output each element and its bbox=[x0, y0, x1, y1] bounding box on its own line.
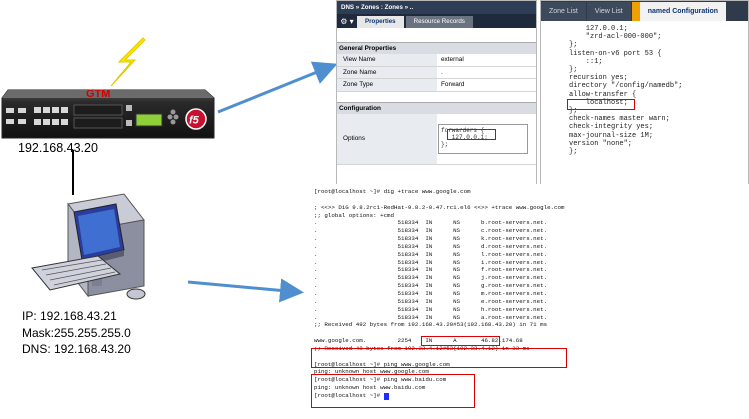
gtm-label: GTM bbox=[86, 88, 110, 100]
tab-resource-records[interactable]: Resource Records bbox=[405, 16, 473, 28]
view-name-value: external bbox=[441, 56, 464, 63]
arrow-to-terminal bbox=[187, 278, 304, 303]
tab-properties[interactable]: Properties bbox=[357, 16, 404, 28]
terminal-line: . 518334 IN NS m.root-servers.net. bbox=[314, 289, 548, 297]
forwarder-highlight bbox=[447, 129, 496, 140]
terminal-line: . 518334 IN NS l.root-servers.net. bbox=[314, 250, 548, 258]
options-label: Options bbox=[337, 113, 437, 164]
gtm-device-illustration: GTM f5 bbox=[1, 88, 215, 139]
named-config-text[interactable]: 127.0.0.1; "zrd-acl-000-000"; }; listen-… bbox=[541, 21, 748, 156]
configuration-heading: Configuration bbox=[337, 101, 536, 114]
svg-text:f5: f5 bbox=[189, 115, 200, 127]
view-name-row: View Name external bbox=[337, 54, 536, 67]
named-tabbar: Zone List View List named Configuration bbox=[541, 1, 748, 21]
general-properties-heading: General Properties bbox=[337, 42, 536, 54]
gtm-ip-address: 192.168.43.20 bbox=[18, 141, 98, 155]
tab-zone-list[interactable]: Zone List bbox=[541, 2, 586, 21]
terminal-line: . 518334 IN NS i.root-servers.net. bbox=[314, 258, 548, 266]
terminal-line: ; <<>> DiG 9.8.2rc1-RedHat-9.8.2-0.47.rc… bbox=[314, 203, 565, 211]
client-network-info: IP: 192.168.43.21 Mask:255.255.255.0 DNS… bbox=[22, 308, 131, 358]
config-tabbar: ⚙ ▾ Properties Resource Records bbox=[337, 14, 536, 28]
recursion-highlight bbox=[567, 99, 635, 110]
terminal-line: . 518334 IN NS a.root-servers.net. bbox=[314, 313, 548, 321]
terminal-line: ;; global options: +cmd bbox=[314, 211, 395, 219]
zone-type-row: Zone Type Forward bbox=[337, 79, 536, 92]
dns-server-highlight bbox=[421, 336, 500, 346]
lightning-bolt-icon bbox=[110, 37, 146, 87]
client-dns: DNS: 192.168.43.20 bbox=[22, 342, 131, 356]
named-config-panel: Zone List View List named Configuration … bbox=[540, 0, 749, 188]
lcd-screen bbox=[135, 113, 163, 127]
network-cable bbox=[72, 150, 74, 195]
terminal-line: . 518334 IN NS k.root-servers.net. bbox=[314, 235, 548, 243]
tab-named-configuration[interactable]: named Configuration bbox=[639, 2, 727, 21]
client-mask: Mask:255.255.255.0 bbox=[22, 325, 131, 340]
terminal-line: ;; Received 492 bytes from 192.168.43.20… bbox=[314, 321, 548, 329]
view-name-label: View Name bbox=[337, 54, 437, 66]
tab-separator bbox=[631, 2, 640, 21]
terminal-line: . 518334 IN NS b.root-servers.net. bbox=[314, 219, 548, 227]
client-ip: IP: 192.168.43.21 bbox=[22, 309, 117, 323]
zone-name-label: Zone Name bbox=[337, 66, 437, 78]
terminal-line: . 518334 IN NS g.root-servers.net. bbox=[314, 282, 548, 290]
terminal-line: [root@localhost ~]# dig +trace www.googl… bbox=[314, 188, 471, 195]
zone-name-value: . bbox=[441, 68, 443, 76]
breadcrumb[interactable]: DNS » Zones : Zones » .. bbox=[337, 1, 536, 14]
terminal-line: . 518334 IN NS j.root-servers.net. bbox=[314, 274, 548, 282]
terminal-line: . 518334 IN NS c.root-servers.net. bbox=[314, 227, 548, 235]
tab-view-list[interactable]: View List bbox=[586, 2, 631, 21]
zone-config-panel: DNS » Zones : Zones » .. ⚙ ▾ Properties … bbox=[336, 0, 537, 185]
terminal-line: . 518334 IN NS e.root-servers.net. bbox=[314, 297, 548, 305]
client-computer-icon bbox=[31, 193, 146, 300]
arrow-to-config bbox=[217, 61, 338, 114]
terminal-line: . 518334 IN NS d.root-servers.net. bbox=[314, 242, 548, 250]
terminal-line: . 518334 IN NS f.root-servers.net. bbox=[314, 266, 548, 274]
zone-type-label: Zone Type bbox=[337, 79, 437, 91]
gtm-device: GTM f5 bbox=[0, 86, 215, 144]
answer-highlight bbox=[311, 348, 567, 368]
terminal-line: . 518334 IN NS h.root-servers.net. bbox=[314, 305, 548, 313]
gear-icon[interactable]: ⚙ ▾ bbox=[337, 15, 357, 28]
zone-type-value: Forward bbox=[441, 81, 465, 88]
zone-name-row: Zone Name . bbox=[337, 66, 536, 79]
ping-failure-highlight bbox=[311, 374, 475, 408]
